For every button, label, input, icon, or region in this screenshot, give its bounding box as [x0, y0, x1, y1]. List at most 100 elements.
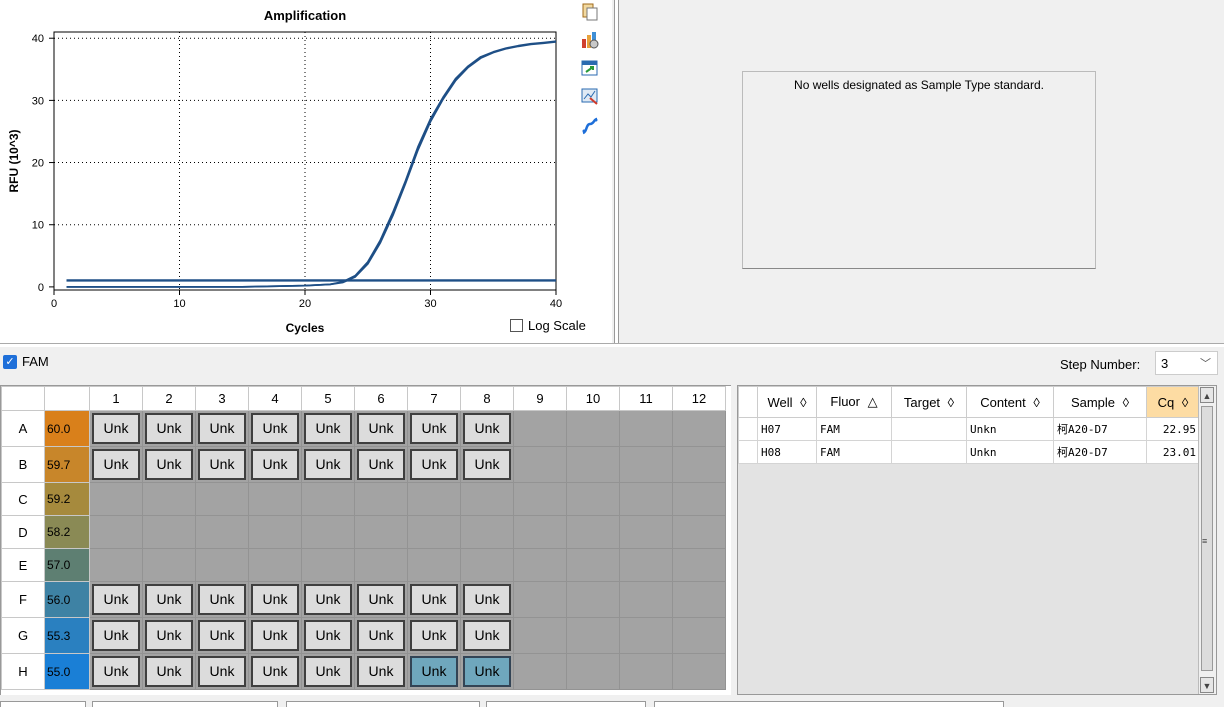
well[interactable]: [195, 548, 249, 582]
column-header[interactable]: 9: [513, 386, 567, 411]
column-header[interactable]: 7: [407, 386, 461, 411]
well[interactable]: [195, 482, 249, 516]
row-header[interactable]: C: [1, 482, 45, 516]
well-content-label[interactable]: Unk: [357, 620, 405, 651]
well-content-label[interactable]: Unk: [251, 620, 299, 651]
well-content-label[interactable]: Unk: [145, 413, 193, 444]
well[interactable]: [672, 653, 726, 690]
well[interactable]: [619, 581, 673, 618]
step-number-select[interactable]: 3 ﹀: [1155, 351, 1218, 375]
table-row[interactable]: H08 FAM Unkn 柯A20-D7 23.01: [738, 440, 1200, 464]
sort-icon[interactable]: ◊: [1178, 395, 1188, 410]
well-content-label[interactable]: Unk: [410, 584, 458, 615]
well-content-label[interactable]: Unk: [251, 413, 299, 444]
well[interactable]: [407, 548, 461, 582]
well[interactable]: [513, 617, 567, 654]
well-content-label[interactable]: Unk: [304, 449, 352, 480]
column-header[interactable]: 12: [672, 386, 726, 411]
row-header[interactable]: D: [1, 515, 45, 549]
well[interactable]: Unk: [407, 617, 461, 654]
well-content-label[interactable]: Unk: [410, 413, 458, 444]
well[interactable]: Unk: [142, 617, 196, 654]
scroll-down-icon[interactable]: ▼: [1200, 677, 1214, 693]
well-content-label[interactable]: Unk: [198, 413, 246, 444]
well[interactable]: Unk: [248, 617, 302, 654]
well[interactable]: [513, 482, 567, 516]
column-header[interactable]: 10: [566, 386, 620, 411]
well[interactable]: [142, 548, 196, 582]
well[interactable]: [566, 548, 620, 582]
well[interactable]: [619, 482, 673, 516]
sort-icon[interactable]: ◊: [944, 395, 954, 410]
well[interactable]: Unk: [354, 581, 408, 618]
horizontal-splitter[interactable]: [0, 343, 1224, 347]
column-header[interactable]: 2: [142, 386, 196, 411]
well-content-label[interactable]: Unk: [198, 656, 246, 687]
well[interactable]: [89, 548, 143, 582]
tab-stub[interactable]: [654, 701, 1004, 707]
well-content-label[interactable]: Unk: [92, 656, 140, 687]
well-content-label[interactable]: Unk: [357, 413, 405, 444]
well[interactable]: Unk: [301, 410, 355, 447]
well[interactable]: [89, 515, 143, 549]
column-header[interactable]: 6: [354, 386, 408, 411]
well-content-label[interactable]: Unk: [410, 656, 458, 687]
well[interactable]: [354, 548, 408, 582]
well[interactable]: [460, 548, 514, 582]
well[interactable]: Unk: [248, 581, 302, 618]
column-header[interactable]: 11: [619, 386, 673, 411]
well[interactable]: [619, 515, 673, 549]
well[interactable]: Unk: [407, 446, 461, 483]
well[interactable]: Unk: [195, 617, 249, 654]
export-icon[interactable]: [580, 58, 600, 78]
well-content-label[interactable]: Unk: [145, 656, 193, 687]
check-icon[interactable]: ✓: [3, 354, 17, 369]
well[interactable]: [566, 653, 620, 690]
well[interactable]: [460, 515, 514, 549]
curve-fit-icon[interactable]: [580, 116, 600, 136]
well[interactable]: [619, 653, 673, 690]
well[interactable]: Unk: [460, 446, 514, 483]
column-header-cq[interactable]: Cq ◊: [1146, 386, 1200, 418]
plate-corner[interactable]: [1, 386, 45, 411]
well[interactable]: [566, 446, 620, 483]
well[interactable]: [566, 515, 620, 549]
well[interactable]: Unk: [301, 653, 355, 690]
well-content-label[interactable]: Unk: [304, 413, 352, 444]
well-content-label[interactable]: Unk: [463, 449, 511, 480]
row-select-header[interactable]: [738, 386, 758, 418]
well-content-label[interactable]: Unk: [92, 584, 140, 615]
well-content-label[interactable]: Unk: [357, 584, 405, 615]
well-content-label[interactable]: Unk: [145, 620, 193, 651]
well-content-label[interactable]: Unk: [145, 584, 193, 615]
well-content-label[interactable]: Unk: [145, 449, 193, 480]
column-header-content[interactable]: Content ◊: [966, 386, 1054, 418]
well[interactable]: [248, 482, 302, 516]
log-scale-checkbox[interactable]: [510, 319, 523, 332]
sort-icon[interactable]: △: [864, 394, 878, 409]
well-content-label[interactable]: Unk: [92, 620, 140, 651]
well[interactable]: [142, 482, 196, 516]
column-header[interactable]: 3: [195, 386, 249, 411]
well[interactable]: [672, 515, 726, 549]
well-content-label[interactable]: Unk: [304, 584, 352, 615]
well[interactable]: Unk: [407, 410, 461, 447]
well[interactable]: Unk: [354, 617, 408, 654]
well[interactable]: [460, 482, 514, 516]
well-content-label[interactable]: Unk: [410, 449, 458, 480]
well[interactable]: Unk: [89, 617, 143, 654]
row-selector[interactable]: [738, 417, 758, 441]
log-scale-toggle[interactable]: Log Scale: [510, 318, 586, 333]
well[interactable]: Unk: [89, 446, 143, 483]
well-content-label[interactable]: Unk: [410, 620, 458, 651]
well-content-label[interactable]: Unk: [304, 656, 352, 687]
well[interactable]: Unk: [460, 617, 514, 654]
well[interactable]: Unk: [301, 581, 355, 618]
vertical-splitter[interactable]: [614, 0, 619, 346]
well[interactable]: Unk: [142, 410, 196, 447]
tab-stub[interactable]: [286, 701, 480, 707]
column-header-well[interactable]: Well ◊: [757, 386, 817, 418]
well[interactable]: [672, 548, 726, 582]
well[interactable]: Unk: [354, 653, 408, 690]
well[interactable]: Unk: [248, 410, 302, 447]
